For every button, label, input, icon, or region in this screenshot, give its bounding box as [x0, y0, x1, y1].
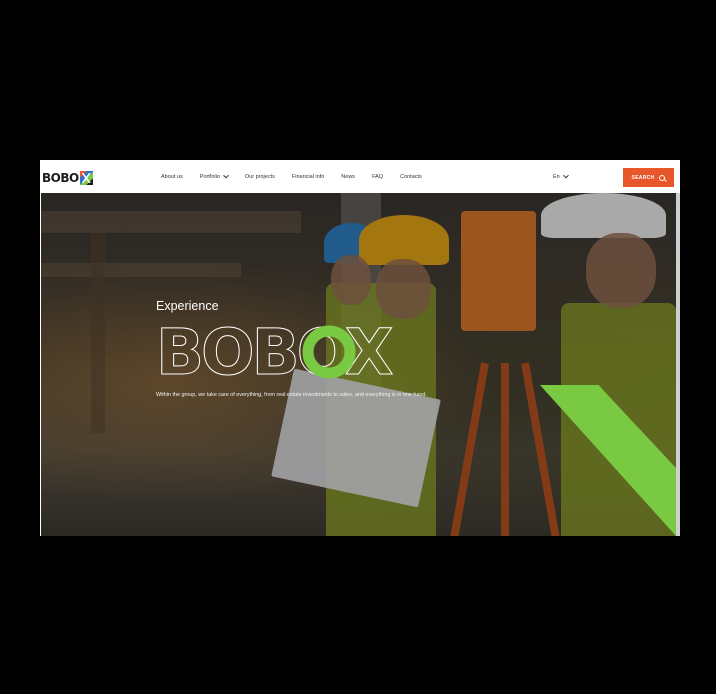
hero-kicker-wrap: Experience [156, 299, 219, 313]
nav-item-about-us[interactable]: About us [161, 174, 183, 180]
search-icon [659, 174, 666, 181]
nav-item-our-projects[interactable]: Our projects [245, 174, 275, 180]
chevron-down-icon [223, 172, 229, 178]
search-button-label: SEARCH [631, 174, 655, 181]
nav-item-faq[interactable]: FAQ [372, 174, 383, 180]
language-label: En [553, 174, 560, 180]
scrollbar[interactable] [676, 193, 680, 536]
browser-viewport: BOBO About us Portfolio Our projects Fin… [40, 160, 680, 536]
hero-banner: Experience BOBOX Within the group, we ta… [41, 193, 676, 536]
search-button[interactable]: SEARCH [623, 168, 674, 187]
nav-item-portfolio[interactable]: Portfolio [200, 172, 229, 180]
hero-kicker: Experience [156, 299, 219, 313]
chevron-down-icon [562, 172, 569, 179]
site-header: BOBO About us Portfolio Our projects Fin… [40, 160, 680, 193]
nav-item-financial-info[interactable]: Financial info [292, 174, 324, 180]
hero-brand-wordmark: BOBOX [156, 321, 397, 383]
logo-text: BOBO [42, 171, 79, 185]
bobox-x-logo-icon [79, 171, 93, 185]
nav-item-news[interactable]: News [341, 174, 355, 180]
language-selector[interactable]: En [553, 172, 569, 180]
site-logo[interactable]: BOBO [42, 170, 93, 186]
hero-brand-text: BOBOX [156, 321, 393, 383]
main-nav: About us Portfolio Our projects Financia… [161, 160, 439, 193]
nav-item-contacts[interactable]: Contacts [400, 174, 422, 180]
hero-tagline: Within the group, we take care of everyt… [156, 392, 427, 398]
